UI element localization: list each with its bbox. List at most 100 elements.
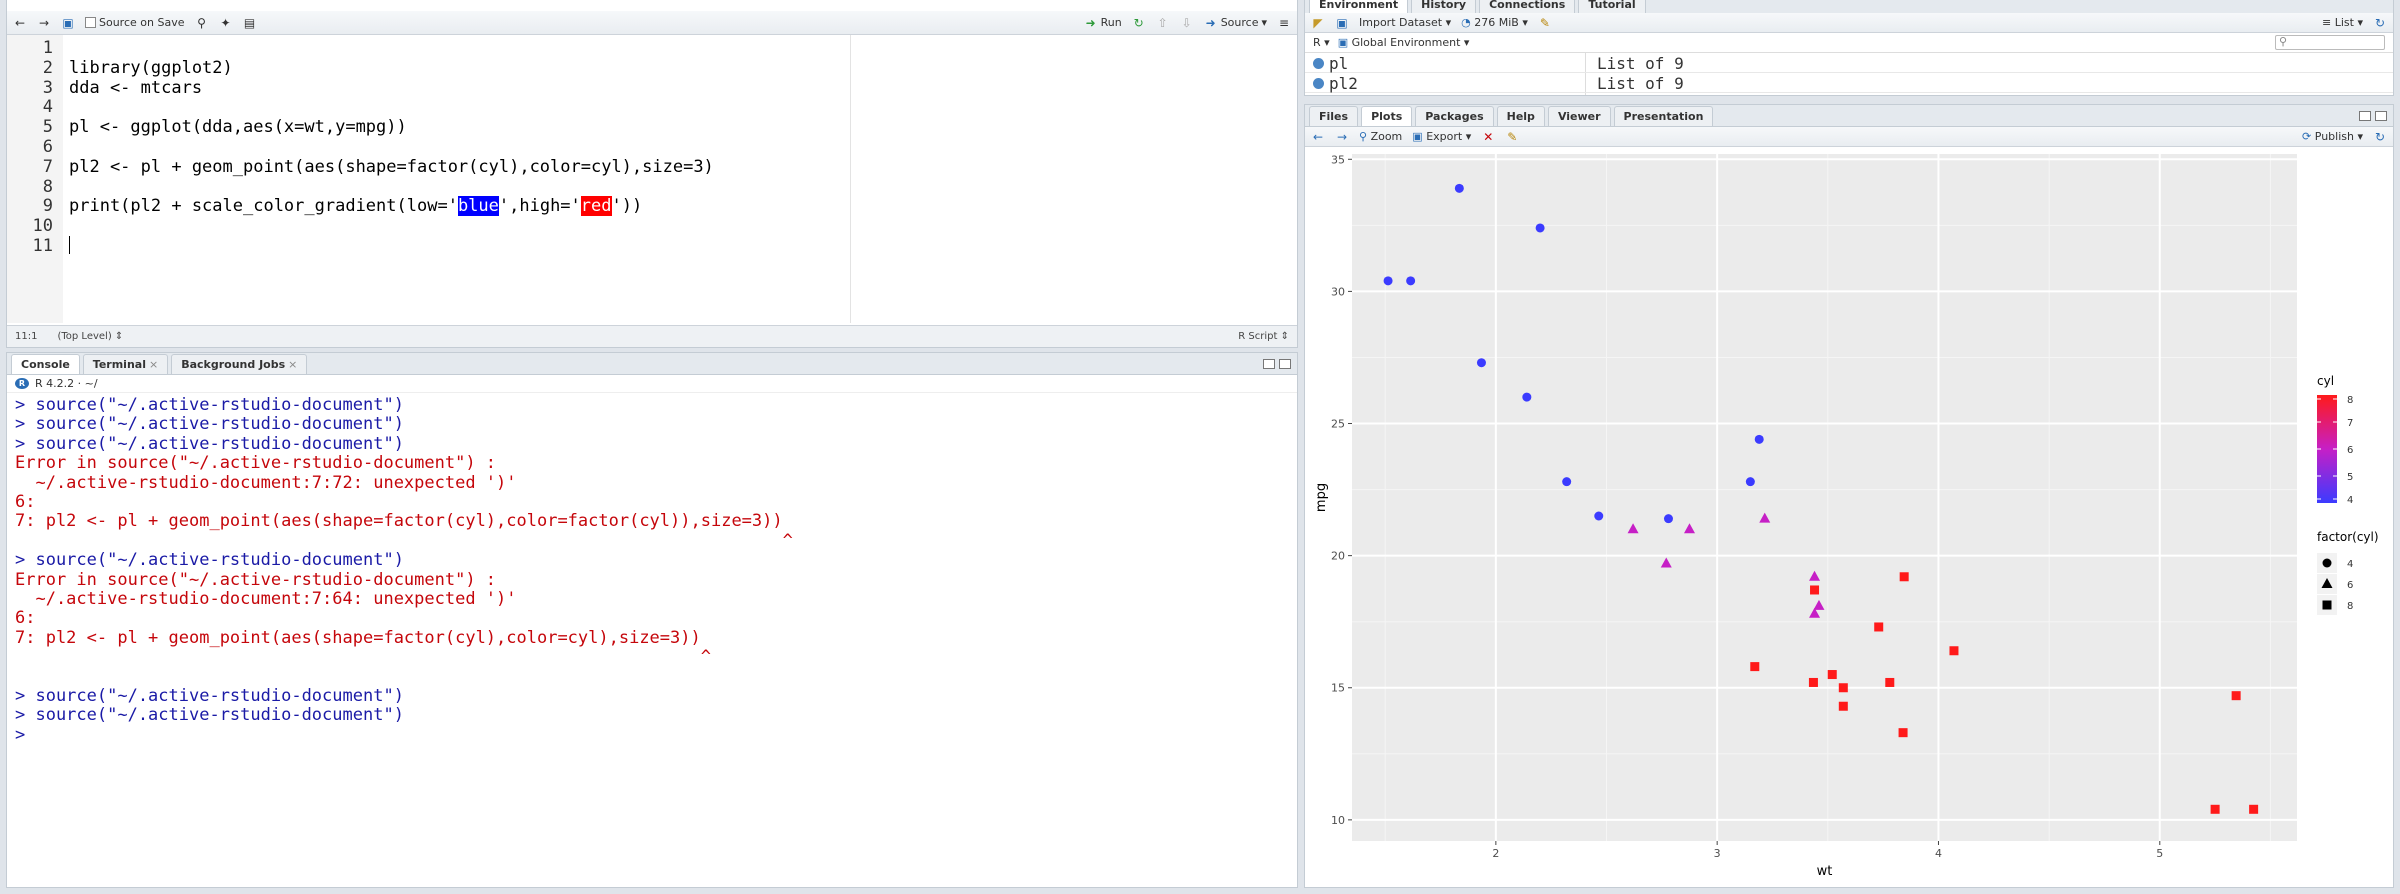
- refresh-icon[interactable]: ↻: [2373, 16, 2387, 30]
- data-point: [1750, 662, 1760, 672]
- forward-arrow-icon[interactable]: →: [1335, 130, 1349, 144]
- console-line: ^: [15, 530, 793, 551]
- pie-icon: ◔: [1461, 16, 1471, 29]
- broom-icon[interactable]: ✎: [1505, 130, 1519, 144]
- tab-help[interactable]: Help: [1496, 106, 1545, 126]
- data-point: [1535, 223, 1545, 233]
- close-icon[interactable]: ×: [288, 358, 297, 371]
- environment-list: pl List of 9 pl2 List of 9: [1305, 53, 2393, 95]
- data-point: [1663, 514, 1673, 524]
- r-version: R 4.2.2 · ~/: [35, 377, 98, 390]
- tab-plots[interactable]: Plots: [1361, 106, 1413, 126]
- tab-viewer[interactable]: Viewer: [1547, 106, 1611, 126]
- source-button[interactable]: ➜ Source ▾: [1204, 16, 1267, 30]
- rerun-icon[interactable]: ↻: [1132, 16, 1146, 30]
- plots-window-controls[interactable]: [2359, 111, 2387, 121]
- down-icon[interactable]: ⇩: [1180, 16, 1194, 30]
- broom-icon[interactable]: ✎: [1538, 16, 1552, 30]
- console-line: 6:: [15, 608, 36, 629]
- source-label: Source: [1220, 16, 1259, 29]
- expand-icon[interactable]: [1313, 58, 1324, 69]
- search-icon: ⚲: [2279, 35, 2288, 48]
- variable-name: pl: [1329, 54, 1349, 73]
- scope-selector[interactable]: (Top Level) ⇕: [57, 331, 123, 342]
- shape-legend-label: 4: [2347, 559, 2353, 570]
- console-line: Error in source("~/.active-rstudio-docum…: [15, 569, 497, 590]
- console-output[interactable]: > source("~/.active-rstudio-document") > …: [7, 395, 1297, 887]
- source-on-save-checkbox[interactable]: Source on Save: [85, 16, 184, 29]
- code-line: library(ggplot2): [69, 57, 233, 78]
- tab-presentation[interactable]: Presentation: [1613, 106, 1714, 126]
- forward-arrow-icon[interactable]: →: [37, 16, 51, 30]
- open-folder-icon[interactable]: ◤: [1311, 16, 1325, 30]
- data-point: [1476, 358, 1486, 368]
- magic-wand-icon[interactable]: ✦: [218, 16, 232, 30]
- tab-console[interactable]: Console: [11, 354, 80, 374]
- variable-value: List of 9: [1597, 54, 1684, 73]
- source-on-save-label: Source on Save: [99, 16, 185, 29]
- editor-toolbar: ← → ▣ Source on Save ⚲ ✦ ▤ ➜ Run ↻ ⇧ ⇩ ➜…: [7, 11, 1297, 35]
- remove-plot-icon[interactable]: ✕: [1481, 130, 1495, 144]
- legend-symbol: [2322, 600, 2332, 610]
- up-icon[interactable]: ⇧: [1156, 16, 1170, 30]
- document-outline-icon[interactable]: ▤: [242, 16, 256, 30]
- export-button[interactable]: ▣ Export ▾: [1412, 130, 1471, 143]
- scope-selector[interactable]: ▣ Global Environment ▾: [1338, 36, 1470, 49]
- globe-icon: ▣: [1337, 36, 1349, 49]
- console-line: 7: pl2 <- pl + geom_point(aes(shape=fact…: [15, 627, 701, 648]
- refresh-icon[interactable]: ↻: [2373, 130, 2387, 144]
- zoom-button[interactable]: ⚲ Zoom: [1359, 130, 1402, 143]
- console-line: ^: [15, 647, 711, 668]
- color-legend-label: 6: [2347, 445, 2353, 456]
- save-icon[interactable]: ▣: [1335, 16, 1349, 30]
- expand-icon[interactable]: [1313, 78, 1324, 89]
- console-line: 7: pl2 <- pl + geom_point(aes(shape=fact…: [15, 511, 783, 532]
- run-label: Run: [1100, 16, 1122, 29]
- x-tick-label: 3: [1714, 847, 1721, 860]
- import-dataset-button[interactable]: Import Dataset ▾: [1359, 16, 1451, 29]
- close-icon[interactable]: ×: [149, 358, 158, 371]
- tab-packages[interactable]: Packages: [1415, 106, 1494, 126]
- memory-usage[interactable]: ◔ 276 MiB ▾: [1461, 16, 1528, 29]
- data-point: [1522, 392, 1532, 402]
- code-line: print(pl2 + scale_color_gradient(low='bl…: [69, 196, 643, 217]
- list-item[interactable]: pl List of 9: [1305, 53, 2393, 73]
- tab-terminal[interactable]: Terminal ×: [82, 354, 169, 374]
- publish-button[interactable]: ⟳ Publish ▾: [2302, 130, 2363, 143]
- plots-toolbar: ← → ⚲ Zoom ▣ Export ▾ ✕ ✎ ⟳ Publish ▾ ↻: [1305, 127, 2393, 147]
- tab-history[interactable]: History: [1411, 0, 1477, 14]
- tab-background-jobs[interactable]: Background Jobs ×: [171, 354, 308, 374]
- file-type-selector[interactable]: R Script ⇕: [1238, 331, 1289, 342]
- tab-connections[interactable]: Connections: [1479, 0, 1576, 14]
- publish-icon: ⟳: [2302, 130, 2312, 143]
- console-line: > source("~/.active-rstudio-document"): [15, 395, 404, 415]
- x-axis-label: wt: [1817, 864, 1833, 879]
- data-point: [2231, 691, 2241, 701]
- shape-legend-title: factor(cyl): [2317, 530, 2379, 544]
- color-legend-label: 5: [2347, 472, 2353, 483]
- console-window-controls[interactable]: [1263, 359, 1291, 369]
- editor-menu-icon[interactable]: ≡: [1277, 16, 1291, 30]
- language-selector[interactable]: R ▾: [1313, 36, 1330, 49]
- console-line: > source("~/.active-rstudio-document"): [15, 414, 404, 435]
- y-tick-label: 25: [1331, 418, 1345, 431]
- save-icon[interactable]: ▣: [61, 16, 75, 30]
- list-item[interactable]: pl2 List of 9: [1305, 73, 2393, 93]
- zoom-icon: ⚲: [1359, 130, 1368, 143]
- tab-files[interactable]: Files: [1309, 106, 1359, 126]
- view-mode-selector[interactable]: ≡ List ▾: [2322, 16, 2363, 29]
- run-button[interactable]: ➜ Run: [1084, 16, 1122, 30]
- data-point: [1454, 183, 1464, 193]
- environment-toolbar: ◤ ▣ Import Dataset ▾ ◔ 276 MiB ▾ ✎ ≡ Lis…: [1305, 13, 2393, 33]
- console-tabs: Console Terminal × Background Jobs ×: [7, 353, 1297, 375]
- data-point: [1562, 477, 1572, 487]
- shape-legend-label: 6: [2347, 580, 2353, 591]
- back-arrow-icon[interactable]: ←: [13, 16, 27, 30]
- environment-search-input[interactable]: ⚲: [2275, 35, 2385, 50]
- search-icon[interactable]: ⚲: [194, 16, 208, 30]
- code-area[interactable]: library(ggplot2) dda <- mtcars pl <- ggplo…: [7, 35, 1297, 323]
- tab-tutorial[interactable]: Tutorial: [1578, 0, 1646, 14]
- text-cursor: [69, 236, 70, 254]
- back-arrow-icon[interactable]: ←: [1311, 130, 1325, 144]
- tab-environment[interactable]: Environment: [1309, 0, 1409, 14]
